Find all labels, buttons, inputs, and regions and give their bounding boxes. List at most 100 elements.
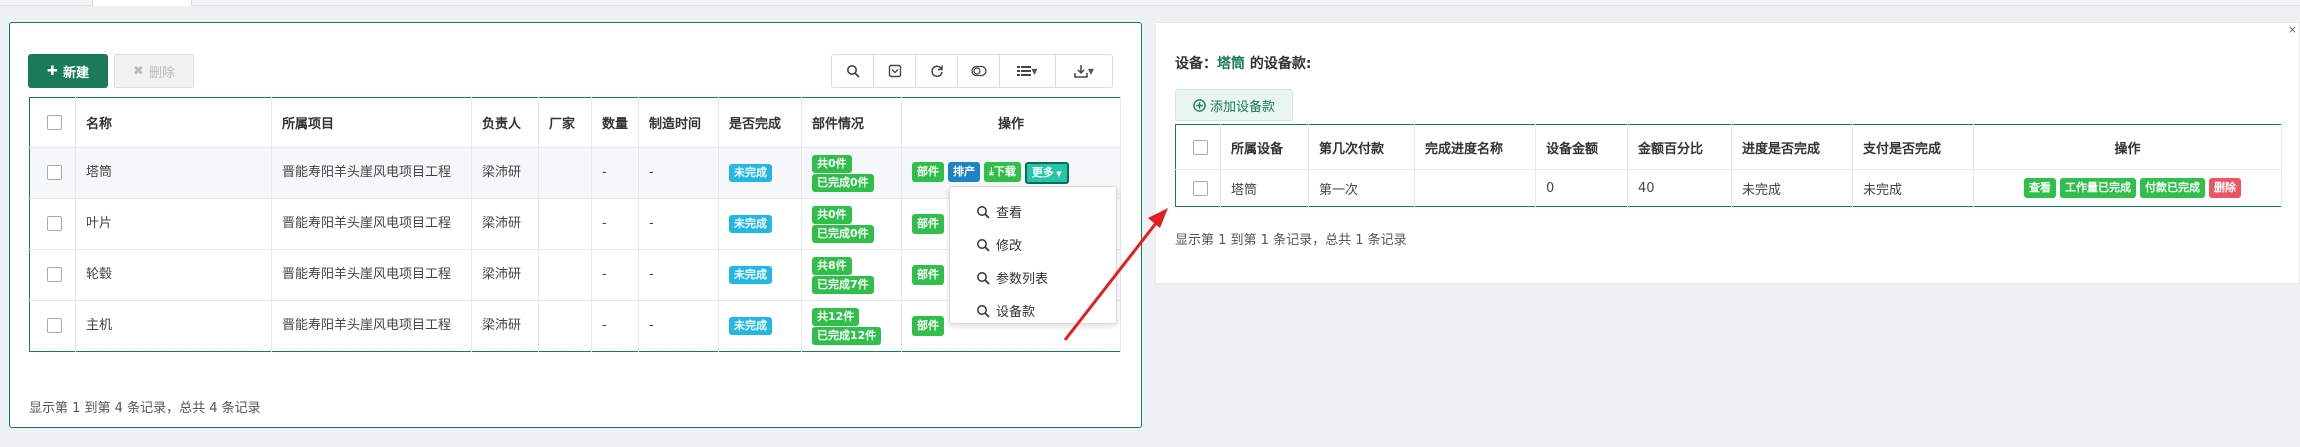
- project-name: 晋能寿阳羊头崖风电项目工程: [271, 300, 472, 352]
- device-name: 塔筒: [1217, 56, 1245, 72]
- status-badge: 未完成: [729, 317, 772, 335]
- column-header[interactable]: 完成进度名称: [1414, 124, 1536, 170]
- menu-item-params[interactable]: 参数列表: [950, 261, 1116, 294]
- column-header[interactable]: 制造时间: [638, 97, 719, 148]
- new-button[interactable]: ✚ 新建: [28, 54, 108, 88]
- download-button[interactable]: ⤓下载: [984, 162, 1021, 182]
- owner: 梁沛研: [471, 300, 539, 352]
- column-header[interactable]: 所属设备: [1220, 124, 1309, 170]
- parts-button[interactable]: 部件: [912, 162, 944, 182]
- payment-status: 未完成: [1852, 169, 1974, 207]
- project-name: 晋能寿阳羊头崖风电项目工程: [271, 147, 472, 199]
- menu-item-view[interactable]: 查看: [950, 195, 1116, 228]
- maker: [538, 147, 592, 199]
- table-row[interactable]: 塔筒 第一次 0 40 未完成 未完成 查看 工作量已完成 付款已完成 删除: [1175, 169, 2282, 207]
- device-name: 叶片: [75, 198, 272, 250]
- column-header[interactable]: 金额百分比: [1627, 124, 1732, 170]
- parts-button[interactable]: 部件: [912, 316, 944, 336]
- progress-status: 未完成: [1731, 169, 1853, 207]
- quantity: -: [591, 198, 639, 250]
- column-header[interactable]: 所属项目: [271, 97, 472, 148]
- search-icon: [977, 205, 990, 219]
- export-icon[interactable]: ▼: [1056, 55, 1112, 87]
- maker: [538, 249, 592, 301]
- view-button[interactable]: 查看: [2024, 178, 2056, 198]
- columns-icon[interactable]: ▼: [1000, 55, 1056, 87]
- row-checkbox[interactable]: [47, 318, 62, 333]
- owner: 梁沛研: [471, 147, 539, 199]
- plus-circle-icon: [1193, 98, 1206, 112]
- row-checkbox[interactable]: [47, 165, 62, 180]
- column-header[interactable]: 设备金额: [1535, 124, 1628, 170]
- status-badge: 未完成: [729, 266, 772, 284]
- pagination-summary: 显示第 1 到第 1 条记录，总共 1 条记录: [1175, 233, 1407, 248]
- column-header[interactable]: 支付是否完成: [1852, 124, 1974, 170]
- parts-button[interactable]: 部件: [912, 265, 944, 285]
- schedule-button[interactable]: 排产: [948, 162, 980, 182]
- parts-total-badge: 共0件: [812, 205, 852, 224]
- toggle-view-icon[interactable]: [958, 55, 1000, 87]
- chevron-down-icon: ▼: [1087, 66, 1095, 76]
- plus-icon: ✚: [47, 63, 58, 79]
- active-top-tab[interactable]: [92, 0, 192, 6]
- column-header[interactable]: 是否完成: [718, 97, 802, 148]
- menu-item-payment[interactable]: 设备款: [950, 294, 1116, 327]
- select-all-checkbox[interactable]: [47, 115, 62, 130]
- row-checkbox[interactable]: [47, 267, 62, 282]
- progress-name: [1414, 169, 1536, 207]
- add-payment-button[interactable]: 添加设备款: [1175, 89, 1293, 121]
- parts-finished-badge: 已完成7件: [812, 275, 874, 294]
- table-header-row: 名称 所属项目 负责人 厂家 数量 制造时间 是否完成 部件情况 操作: [29, 97, 1121, 148]
- close-icon[interactable]: ×: [2288, 23, 2297, 36]
- close-icon: ✖: [133, 63, 144, 79]
- caret-down-icon: ▼: [1053, 170, 1062, 178]
- parts-finished-badge: 已完成0件: [812, 224, 874, 243]
- column-header[interactable]: 厂家: [538, 97, 592, 148]
- column-header[interactable]: 名称: [75, 97, 272, 148]
- column-header[interactable]: 进度是否完成: [1731, 124, 1853, 170]
- parts-finished-badge: 已完成12件: [812, 326, 882, 345]
- search-icon[interactable]: [832, 55, 874, 87]
- paid-button[interactable]: 付款已完成: [2140, 178, 2205, 198]
- device-amount: 0: [1535, 169, 1628, 207]
- column-header[interactable]: 部件情况: [801, 97, 902, 148]
- manufacture-date: -: [638, 300, 719, 352]
- column-header[interactable]: 负责人: [471, 97, 539, 148]
- parts-total-badge: 共12件: [812, 307, 860, 326]
- column-header[interactable]: 数量: [591, 97, 639, 148]
- table-toolbar: ▼ ▼: [831, 54, 1113, 88]
- work-done-button[interactable]: 工作量已完成: [2060, 178, 2136, 198]
- parts-button[interactable]: 部件: [912, 214, 944, 234]
- chevron-down-icon: ▼: [1031, 66, 1038, 76]
- device-name: 轮毂: [75, 249, 272, 301]
- column-header[interactable]: 第几次付款: [1308, 124, 1415, 170]
- manufacture-date: -: [638, 198, 719, 250]
- status-badge: 未完成: [729, 164, 772, 182]
- row-checkbox[interactable]: [1193, 180, 1208, 196]
- select-all-checkbox[interactable]: [1193, 139, 1208, 155]
- refresh-icon[interactable]: [916, 55, 958, 87]
- menu-item-edit[interactable]: 修改: [950, 228, 1116, 261]
- row-checkbox[interactable]: [47, 216, 62, 231]
- more-button[interactable]: 更多 ▼: [1024, 162, 1069, 184]
- payment-number: 第一次: [1308, 169, 1415, 207]
- project-name: 晋能寿阳羊头崖风电项目工程: [271, 198, 472, 250]
- delete-button[interactable]: 删除: [2209, 178, 2241, 198]
- quantity: -: [591, 147, 639, 199]
- device-name: 塔筒: [1220, 169, 1309, 207]
- top-tab-strip: [0, 0, 2300, 6]
- payment-table: 所属设备 第几次付款 完成进度名称 设备金额 金额百分比 进度是否完成 支付是否…: [1175, 124, 2282, 207]
- column-header: 操作: [901, 97, 1121, 148]
- device-payment-panel: × 设备：塔筒 的设备款: 添加设备款 所属设备 第几次付款 完成进度名称 设备…: [1155, 22, 2300, 284]
- toggle-filter-icon[interactable]: [874, 55, 916, 87]
- panel-title: 设备：塔筒 的设备款:: [1175, 56, 1312, 72]
- search-icon: [977, 304, 990, 318]
- delete-button[interactable]: ✖ 删除: [114, 54, 194, 88]
- device-name: 塔筒: [75, 147, 272, 199]
- maker: [538, 198, 592, 250]
- owner: 梁沛研: [471, 249, 539, 301]
- manufacture-date: -: [638, 249, 719, 301]
- manufacture-date: -: [638, 147, 719, 199]
- pagination-summary: 显示第 1 到第 4 条记录，总共 4 条记录: [29, 401, 261, 416]
- quantity: -: [591, 249, 639, 301]
